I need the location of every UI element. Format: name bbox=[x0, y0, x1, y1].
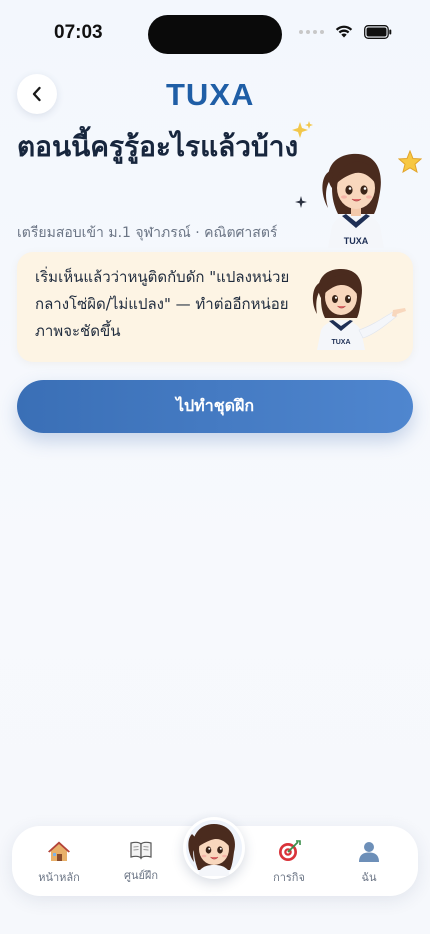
nav-label-home: หน้าหลัก bbox=[38, 871, 80, 884]
book-icon bbox=[130, 841, 152, 860]
wifi-icon bbox=[335, 25, 353, 38]
svg-text:TUXA: TUXA bbox=[331, 339, 350, 346]
tuxa-logo: TUXA bbox=[166, 77, 255, 112]
message-card: เริ่มเห็นแล้วว่าหนูติดกับดัก "แปลงหน่วยก… bbox=[17, 252, 413, 362]
house-icon bbox=[48, 841, 70, 861]
nav-label-missions: การกิจ bbox=[273, 871, 305, 884]
nav-item-me[interactable]: ฉัน bbox=[334, 840, 404, 886]
avatar-girl-icon bbox=[186, 820, 242, 876]
screen: 07:03 TUXA ตอนนี้ครูรู้อะไรแล้วบ้าง เตรี… bbox=[0, 0, 430, 934]
message-text: เริ่มเห็นแล้วว่าหนูติดกับดัก "แปลงหน่วยก… bbox=[35, 268, 290, 340]
go-practice-button[interactable]: ไปทำชุดฝึก bbox=[17, 380, 413, 433]
nav-label-me: ฉัน bbox=[361, 871, 377, 884]
target-icon bbox=[279, 840, 301, 861]
back-button[interactable] bbox=[17, 74, 57, 114]
signal-icon bbox=[299, 29, 324, 34]
mascot-pointing-illustration: TUXA bbox=[312, 268, 406, 350]
page-title: ตอนนี้ครูรู้อะไรแล้วบ้าง bbox=[17, 130, 299, 163]
user-icon bbox=[359, 842, 379, 862]
mascot-girl-illustration: TUXA bbox=[322, 153, 384, 248]
dynamic-island bbox=[148, 15, 282, 54]
page-subtitle: เตรียมสอบเข้า ม.1 จุฬาภรณ์ · คณิตศาสตร์ bbox=[17, 225, 278, 241]
center-avatar-button[interactable] bbox=[183, 817, 245, 879]
sparkle-small-icon bbox=[295, 196, 307, 208]
nav-item-missions[interactable]: การกิจ bbox=[254, 840, 324, 886]
battery-icon bbox=[364, 24, 392, 39]
status-icons bbox=[299, 24, 392, 39]
sparkle-icon bbox=[292, 121, 313, 138]
star-icon bbox=[398, 150, 422, 173]
nav-item-home[interactable]: หน้าหลัก bbox=[24, 840, 94, 886]
nav-label-practice: ศูนย์ฝึก bbox=[123, 869, 159, 882]
svg-text:TUXA: TUXA bbox=[344, 236, 369, 246]
status-time: 07:03 bbox=[54, 22, 103, 43]
chevron-left-icon bbox=[32, 86, 41, 102]
nav-item-practice[interactable]: ศูนย์ฝึก bbox=[106, 840, 176, 884]
